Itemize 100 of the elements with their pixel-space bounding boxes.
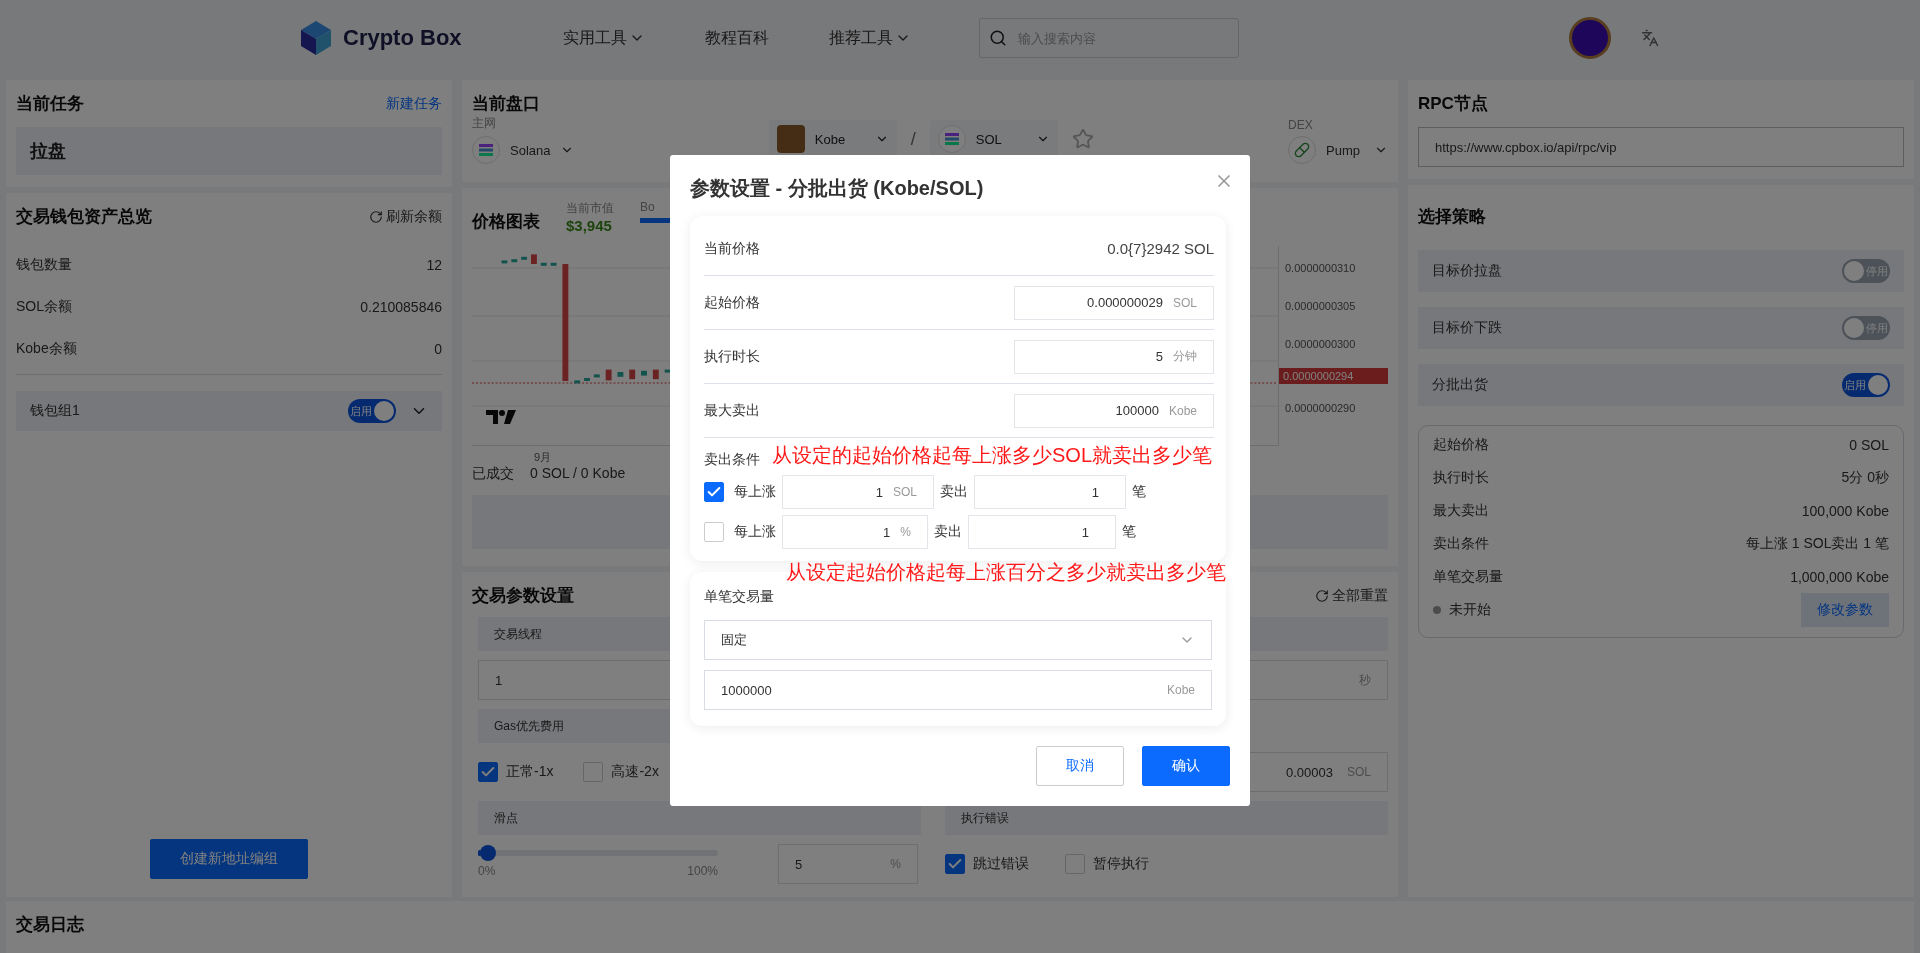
field-value: 0.0{7}2942 SOL	[1107, 240, 1214, 257]
checkbox-option[interactable]: 跳过错误	[945, 854, 1029, 874]
panel-title: 当前盘口	[472, 93, 541, 115]
annotation-text: 从设定起始价格起每上涨百分之多少就卖出多少笔	[786, 560, 1226, 585]
panel-title: 当前任务	[16, 93, 84, 115]
candle	[574, 380, 581, 384]
summary-label: 起始价格	[1433, 436, 1489, 454]
stat-value: 0	[434, 341, 442, 357]
axis-label: 0.0000000310	[1285, 262, 1356, 274]
stat-value: 0.210085846	[360, 299, 442, 315]
input-field[interactable]: 5 分钟	[1014, 339, 1214, 374]
create-group-button[interactable]: 创建新地址编组	[150, 839, 308, 879]
field-label: 最大卖出	[704, 401, 760, 420]
solana-logo-icon	[472, 136, 500, 164]
condition-label: 卖出	[934, 523, 962, 541]
panel-title: 交易日志	[16, 914, 85, 936]
summary-label: 最大卖出	[1433, 502, 1489, 520]
field-label: 当前价格	[704, 239, 760, 258]
candle	[617, 372, 624, 377]
token-select[interactable]: Kobe	[768, 120, 897, 158]
input-field[interactable]: 1	[974, 475, 1126, 509]
condition-unit: 笔	[1122, 523, 1136, 541]
input-field[interactable]: 1 SOL	[782, 475, 934, 509]
avatar[interactable]	[1569, 17, 1611, 59]
checkbox-option[interactable]: 高速-2x	[583, 762, 659, 782]
summary-value: 1,000,000 Kobe	[1790, 569, 1889, 585]
nav-link[interactable]: 教程百科	[705, 27, 769, 49]
axis-label: 0.0000000305	[1285, 300, 1356, 312]
checkbox[interactable]	[478, 762, 498, 782]
token-select[interactable]: SOL	[929, 120, 1058, 158]
reset-link[interactable]: 全部重置	[1315, 586, 1388, 605]
panel-title: 选择策略	[1418, 206, 1487, 228]
panel-title: 价格图表	[472, 211, 540, 233]
network-select[interactable]: Solana	[510, 142, 575, 158]
condition-unit: 笔	[1132, 483, 1146, 501]
annotation-text: 从设定的起始价格起每上涨多少SOL就卖出多少笔	[772, 443, 1213, 468]
slider-thumb[interactable]	[479, 845, 496, 861]
filled-label: 已成交	[472, 465, 514, 483]
summary-value: 每上涨 1 SOL卖出 1 笔	[1745, 535, 1889, 553]
candle	[605, 369, 612, 381]
cancel-button[interactable]: 取消	[1036, 746, 1124, 786]
refresh-link[interactable]: 刷新余额	[369, 207, 442, 226]
toggle-switch[interactable]: 启用	[348, 399, 396, 423]
stat-value: 12	[426, 257, 442, 273]
input-field[interactable]: 1 %	[782, 515, 928, 549]
logo-text: Crypto Box	[343, 25, 462, 51]
axis-label: 0.0000000290	[1285, 402, 1356, 414]
solana-logo-icon	[937, 125, 966, 153]
candle	[531, 254, 537, 264]
input-field[interactable]: 100000 Kobe	[1014, 393, 1214, 428]
strategy-name: 目标价下跌	[1432, 319, 1502, 337]
edit-params-button[interactable]: 修改参数	[1801, 593, 1889, 627]
slider-min: 0%	[478, 864, 496, 878]
summary-value: 0 SOL	[1849, 437, 1889, 453]
field-label: 起始价格	[704, 293, 760, 312]
checkbox[interactable]	[704, 482, 724, 502]
confirm-button[interactable]: 确认	[1142, 746, 1230, 786]
summary-label: 单笔交易量	[1433, 568, 1503, 586]
panel-title: 交易钱包资产总览	[16, 206, 152, 228]
candle	[652, 369, 659, 380]
checkbox-option[interactable]: 正常-1x	[478, 762, 554, 782]
candle	[511, 259, 518, 263]
star-icon[interactable]	[1071, 128, 1094, 150]
field-label: 卖出条件	[704, 451, 760, 469]
candle	[593, 374, 600, 378]
input-field[interactable]: 1000000 Kobe	[704, 670, 1212, 710]
panel-title: RPC节点	[1418, 93, 1489, 115]
candle	[521, 256, 528, 260]
rpc-url-field[interactable]: https://www.cpbox.io/api/rpc/vip	[1418, 127, 1904, 167]
translate-icon[interactable]	[1641, 29, 1659, 47]
summary-label: 卖出条件	[1433, 535, 1489, 553]
toggle-switch[interactable]: 启用	[1842, 373, 1890, 397]
pill-icon	[1288, 136, 1317, 164]
current-task: 拉盘	[16, 127, 442, 175]
nav-link[interactable]: 推荐工具	[829, 27, 911, 49]
checkbox[interactable]	[704, 522, 724, 542]
summary-label: 执行时长	[1433, 469, 1489, 487]
candle	[629, 369, 636, 380]
new-task-link[interactable]: 新建任务	[386, 94, 442, 113]
checkbox[interactable]	[583, 762, 604, 782]
strategy-name: 分批出货	[1432, 376, 1488, 394]
nav-link[interactable]: 实用工具	[563, 27, 645, 49]
search-icon	[989, 29, 1007, 47]
current-price-tag: 0.0000000294	[1279, 368, 1388, 384]
candle	[664, 369, 671, 373]
summary-value: 100,000 Kobe	[1801, 503, 1889, 519]
field-label: 执行时长	[704, 347, 760, 366]
select-field[interactable]: 固定	[704, 620, 1212, 660]
dialog-title: 参数设置 - 分批出货 (Kobe/SOL)	[690, 176, 985, 201]
checkbox[interactable]	[1065, 854, 1085, 874]
dex-select[interactable]: Pump	[1326, 142, 1388, 158]
input-field[interactable]: 0.000000029 SOL	[1014, 285, 1214, 320]
input-field[interactable]: 5 %	[778, 844, 918, 884]
stat-label: Bo	[640, 200, 656, 214]
slider-max: 100%	[687, 864, 718, 878]
filled-value: 0 SOL / 0 Kobe	[530, 465, 626, 483]
wallet-group-name: 钱包组1	[30, 402, 80, 420]
checkbox[interactable]	[945, 854, 965, 874]
input-field[interactable]: 1	[968, 515, 1116, 549]
checkbox-option[interactable]: 暂停执行	[1065, 854, 1149, 874]
